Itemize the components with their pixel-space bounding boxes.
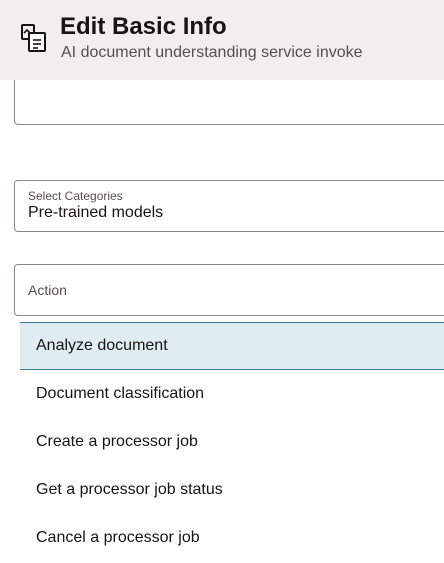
action-option-analyze-document[interactable]: Analyze document (20, 322, 444, 370)
description-field[interactable] (14, 80, 444, 125)
page-subtitle: AI document understanding service invoke (61, 44, 363, 61)
action-label: Action (28, 282, 67, 298)
action-option-get-processor-job-status[interactable]: Get a processor job status (20, 466, 444, 514)
action-option-document-classification[interactable]: Document classification (20, 370, 444, 418)
action-select[interactable]: Action (14, 264, 444, 316)
action-option-cancel-processor-job[interactable]: Cancel a processor job (20, 514, 444, 562)
page-title: Edit Basic Info (60, 13, 227, 40)
action-dropdown-list: Analyze document Document classification… (20, 322, 444, 562)
dialog-header: Edit Basic Info AI document understandin… (0, 0, 444, 80)
categories-label: Select Categories (28, 189, 123, 203)
document-ai-icon (21, 24, 46, 52)
categories-value: Pre-trained models (28, 204, 164, 221)
categories-select[interactable]: Select Categories Pre-trained models (14, 180, 444, 232)
action-option-create-processor-job[interactable]: Create a processor job (20, 418, 444, 466)
